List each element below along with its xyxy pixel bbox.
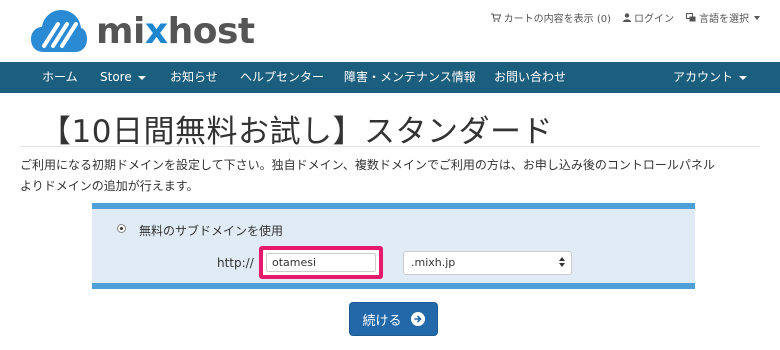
login-link-label: ログイン — [634, 14, 674, 25]
main-nav: ホーム Store お知らせ ヘルプセンター 障害・メンテナンス情報 お問い合わ… — [0, 62, 780, 93]
user-icon — [623, 13, 631, 22]
subdomain-highlight — [259, 246, 383, 279]
tld-select[interactable]: .mixh.jp — [403, 251, 572, 275]
cart-link-label: カートの内容を表示 (0) — [503, 14, 611, 25]
nav-item-label: お知らせ — [170, 70, 218, 84]
protocol-label: http:// — [217, 256, 254, 270]
nav-item-label: ホーム — [42, 70, 78, 84]
language-icon — [686, 13, 696, 22]
free-subdomain-radio[interactable] — [117, 224, 126, 233]
subdomain-input[interactable] — [266, 253, 376, 272]
continue-button[interactable]: 続ける — [349, 302, 438, 336]
language-select-label: 言語を選択 — [699, 14, 749, 25]
cloud-logo-icon — [31, 10, 87, 52]
select-arrows-icon — [559, 257, 565, 267]
nav-item-help-center[interactable]: ヘルプセンター — [240, 62, 324, 93]
nav-item-contact[interactable]: お問い合わせ — [494, 62, 566, 93]
description-line: よりドメインの追加が行えます。 — [20, 179, 199, 193]
top-links: カートの内容を表示 (0) ログイン 言語を選択 — [490, 10, 760, 25]
chevron-down-icon — [137, 75, 146, 80]
language-select[interactable]: 言語を選択 — [686, 10, 760, 25]
brand-name: mixhost — [96, 11, 255, 52]
nav-item-home[interactable]: ホーム — [42, 62, 78, 93]
free-subdomain-label[interactable]: 無料のサブドメインを使用 — [139, 222, 283, 239]
brand-logo[interactable]: mixhost — [30, 8, 255, 54]
nav-item-label: Store — [100, 70, 132, 84]
arrow-right-circle-icon — [410, 312, 425, 326]
page-title: 【10日間無料お試し】スタンダード — [40, 114, 553, 150]
nav-item-label: 障害・メンテナンス情報 — [344, 70, 476, 84]
nav-item-label: アカウント — [673, 70, 734, 84]
nav-item-label: お問い合わせ — [494, 70, 567, 84]
nav-item-maintenance[interactable]: 障害・メンテナンス情報 — [344, 62, 476, 93]
title-divider — [20, 146, 760, 147]
chevron-down-icon — [739, 75, 748, 80]
login-link[interactable]: ログイン — [623, 10, 674, 25]
nav-item-news[interactable]: お知らせ — [170, 62, 218, 93]
chevron-down-icon — [754, 15, 760, 20]
nav-item-label: ヘルプセンター — [240, 70, 325, 84]
brand-name-x: x — [144, 10, 168, 52]
description-line: ご利用になる初期ドメインを設定して下さい。独自ドメイン、複数ドメインでご利用の方… — [20, 158, 715, 172]
cart-link[interactable]: カートの内容を表示 (0) — [490, 10, 611, 25]
page-description: ご利用になる初期ドメインを設定して下さい。独自ドメイン、複数ドメインでご利用の方… — [20, 155, 760, 197]
domain-panel: 無料のサブドメインを使用 http:// .mixh.jp — [92, 203, 695, 289]
nav-item-store[interactable]: Store — [100, 62, 146, 93]
brand-name-prefix: mi — [96, 10, 145, 52]
cart-icon — [490, 13, 501, 22]
brand-name-suffix: host — [167, 10, 256, 52]
tld-select-value: .mixh.jp — [411, 256, 456, 269]
continue-button-label: 続ける — [362, 313, 402, 329]
nav-item-account[interactable]: アカウント — [673, 62, 748, 93]
